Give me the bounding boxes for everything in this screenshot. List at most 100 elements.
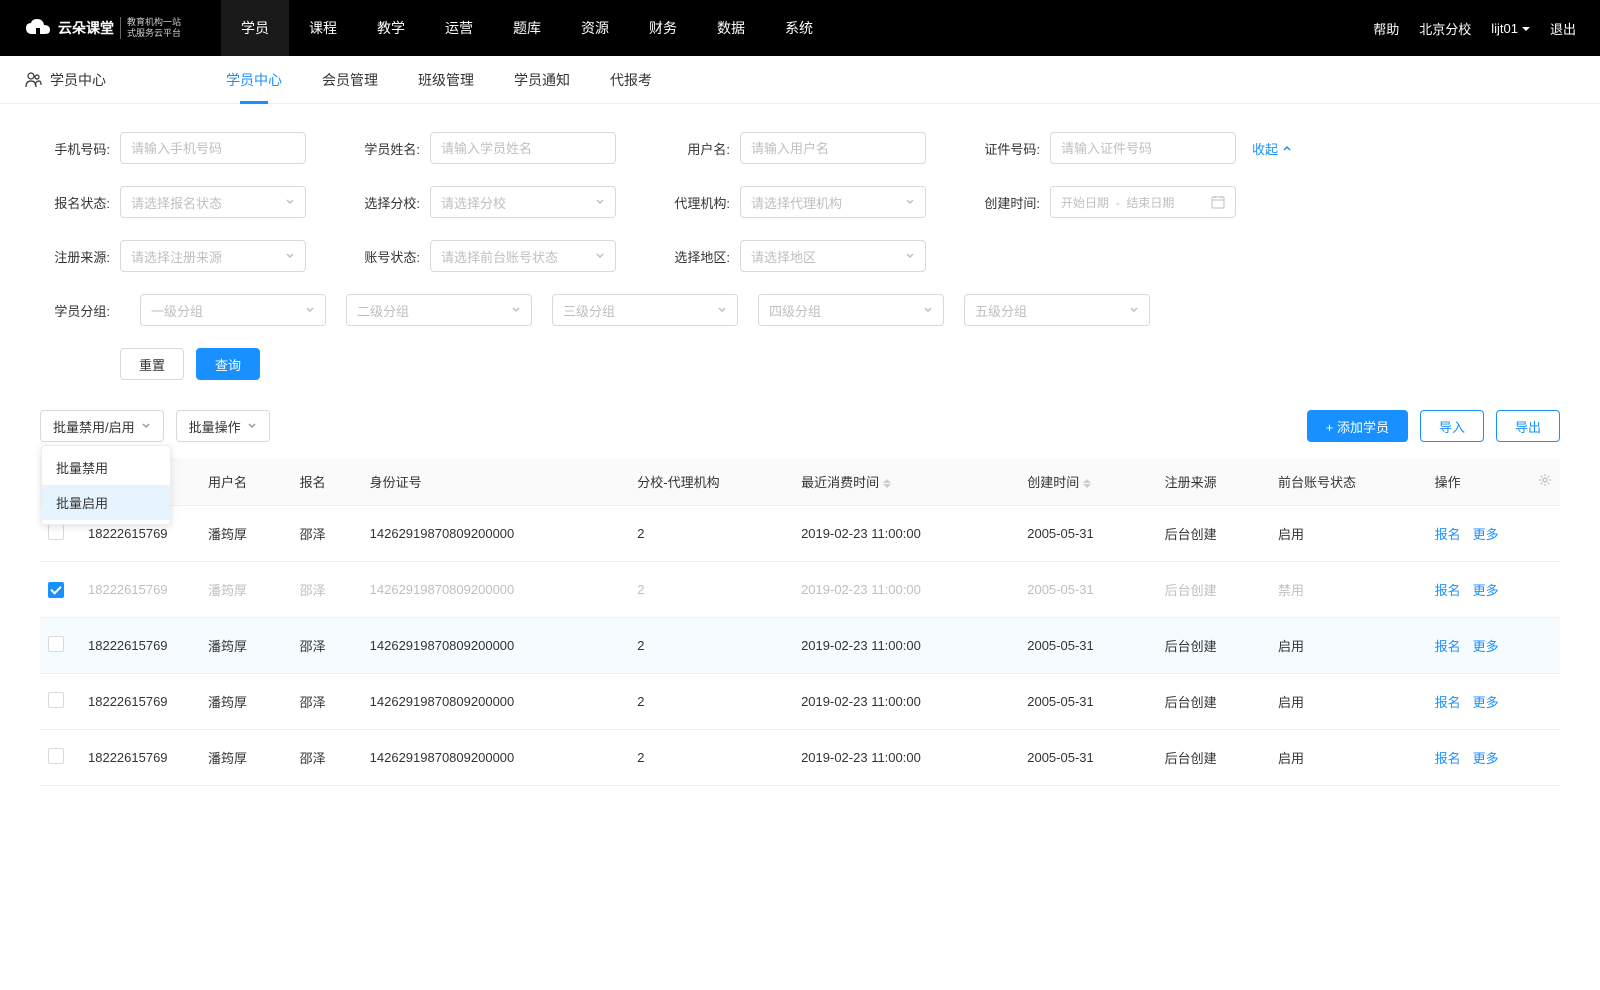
chevron-down-icon [595, 251, 605, 261]
col-ops: 操作 [1427, 458, 1530, 506]
table-toolbar: 批量禁用/启用 批量禁用 批量启用 批量操作 + 添加学员 导入 导出 [0, 410, 1600, 458]
cell-username: 潘筠厚 [200, 618, 292, 674]
row-signup-link[interactable]: 报名 [1435, 751, 1461, 766]
gear-icon[interactable] [1538, 473, 1552, 487]
row-checkbox[interactable] [48, 582, 64, 598]
region-select[interactable]: 请选择地区 [740, 240, 926, 272]
user-input[interactable] [740, 132, 926, 164]
col-signup[interactable]: 报名 [292, 458, 362, 506]
cell-signup: 邵泽 [292, 506, 362, 562]
cell-last-spend: 2019-02-23 11:00:00 [793, 618, 1019, 674]
subnav-tab-1[interactable]: 会员管理 [322, 56, 378, 104]
cell-idno: 14262919870809200000 [362, 506, 630, 562]
logout-link[interactable]: 退出 [1550, 19, 1576, 38]
caret-down-icon [1522, 27, 1530, 31]
topnav-item-3[interactable]: 运营 [425, 0, 493, 56]
topnav-item-7[interactable]: 数据 [697, 0, 765, 56]
brand-logo: 云朵课堂 教育机构一站式服务云平台 [24, 17, 181, 39]
group-select-2[interactable]: 二级分组 [346, 294, 532, 326]
group-select-3[interactable]: 三级分组 [552, 294, 738, 326]
idno-input[interactable] [1050, 132, 1236, 164]
collapse-toggle[interactable]: 收起 [1252, 139, 1292, 158]
subnav-tab-2[interactable]: 班级管理 [418, 56, 474, 104]
idno-label: 证件号码: [970, 139, 1040, 158]
created-date-range[interactable]: 开始日期 - 结束日期 [1050, 186, 1236, 218]
acct-status-select[interactable]: 请选择前台账号状态 [430, 240, 616, 272]
chevron-down-icon [285, 197, 295, 207]
group-select-5[interactable]: 五级分组 [964, 294, 1150, 326]
col-last-spend[interactable]: 最近消费时间 [793, 458, 1019, 506]
row-checkbox[interactable] [48, 748, 64, 764]
cell-source: 后台创建 [1157, 730, 1270, 786]
cell-created: 2005-05-31 [1019, 562, 1156, 618]
source-select[interactable]: 请选择注册来源 [120, 240, 306, 272]
topnav-item-1[interactable]: 课程 [289, 0, 357, 56]
topnav-item-8[interactable]: 系统 [765, 0, 833, 56]
row-more-link[interactable]: 更多 [1473, 527, 1499, 542]
cell-status: 禁用 [1270, 562, 1427, 618]
topnav-item-2[interactable]: 教学 [357, 0, 425, 56]
cell-created: 2005-05-31 [1019, 506, 1156, 562]
batch-toggle-dropdown[interactable]: 批量禁用/启用 批量禁用 批量启用 [40, 410, 164, 442]
col-acct-status[interactable]: 前台账号状态 [1270, 458, 1427, 506]
col-created[interactable]: 创建时间 [1019, 458, 1156, 506]
reset-button[interactable]: 重置 [120, 348, 184, 380]
topnav-item-0[interactable]: 学员 [221, 0, 289, 56]
signup-status-label: 报名状态: [40, 193, 110, 212]
batch-disable-item[interactable]: 批量禁用 [42, 450, 170, 485]
col-idno[interactable]: 身份证号 [362, 458, 630, 506]
col-username[interactable]: 用户名 [200, 458, 292, 506]
row-signup-link[interactable]: 报名 [1435, 639, 1461, 654]
subnav-tab-0[interactable]: 学员中心 [226, 56, 282, 104]
acct-status-label: 账号状态: [350, 247, 420, 266]
row-more-link[interactable]: 更多 [1473, 751, 1499, 766]
phone-label: 手机号码: [40, 139, 110, 158]
row-more-link[interactable]: 更多 [1473, 583, 1499, 598]
top-nav: 学员课程教学运营题库资源财务数据系统 [221, 0, 833, 56]
region-label: 选择地区: [660, 247, 730, 266]
agency-select[interactable]: 请选择代理机构 [740, 186, 926, 218]
subnav-tab-3[interactable]: 学员通知 [514, 56, 570, 104]
import-button[interactable]: 导入 [1420, 410, 1484, 442]
phone-input[interactable] [120, 132, 306, 164]
row-more-link[interactable]: 更多 [1473, 695, 1499, 710]
subnav-tab-4[interactable]: 代报考 [610, 56, 652, 104]
col-source[interactable]: 注册来源 [1157, 458, 1270, 506]
agency-label: 代理机构: [660, 193, 730, 212]
row-checkbox[interactable] [48, 692, 64, 708]
cell-created: 2005-05-31 [1019, 674, 1156, 730]
signup-status-select[interactable]: 请选择报名状态 [120, 186, 306, 218]
query-button[interactable]: 查询 [196, 348, 260, 380]
topnav-item-6[interactable]: 财务 [629, 0, 697, 56]
cell-last-spend: 2019-02-23 11:00:00 [793, 730, 1019, 786]
chevron-down-icon [595, 197, 605, 207]
help-link[interactable]: 帮助 [1373, 19, 1399, 38]
branch-select[interactable]: 请选择分校 [430, 186, 616, 218]
batch-enable-item[interactable]: 批量启用 [42, 485, 170, 520]
add-student-button[interactable]: + 添加学员 [1307, 410, 1408, 442]
topnav-item-4[interactable]: 题库 [493, 0, 561, 56]
export-button[interactable]: 导出 [1496, 410, 1560, 442]
row-signup-link[interactable]: 报名 [1435, 583, 1461, 598]
cell-phone: 18222615769 [80, 562, 200, 618]
brand-subtitle: 教育机构一站式服务云平台 [120, 17, 181, 39]
cell-branch: 2 [629, 674, 793, 730]
col-branch-agency[interactable]: 分校-代理机构 [629, 458, 793, 506]
cell-source: 后台创建 [1157, 674, 1270, 730]
branch-link[interactable]: 北京分校 [1419, 19, 1471, 38]
row-signup-link[interactable]: 报名 [1435, 695, 1461, 710]
row-signup-link[interactable]: 报名 [1435, 527, 1461, 542]
name-input[interactable] [430, 132, 616, 164]
row-checkbox[interactable] [48, 636, 64, 652]
group-select-4[interactable]: 四级分组 [758, 294, 944, 326]
group-select-1[interactable]: 一级分组 [140, 294, 326, 326]
cell-signup: 邵泽 [292, 618, 362, 674]
row-more-link[interactable]: 更多 [1473, 639, 1499, 654]
user-icon [24, 71, 42, 89]
created-label: 创建时间: [970, 193, 1040, 212]
batch-ops-dropdown[interactable]: 批量操作 [176, 410, 270, 442]
topnav-item-5[interactable]: 资源 [561, 0, 629, 56]
user-menu[interactable]: lijt01 [1491, 21, 1530, 36]
row-checkbox[interactable] [48, 524, 64, 540]
chevron-up-icon [1282, 143, 1292, 153]
